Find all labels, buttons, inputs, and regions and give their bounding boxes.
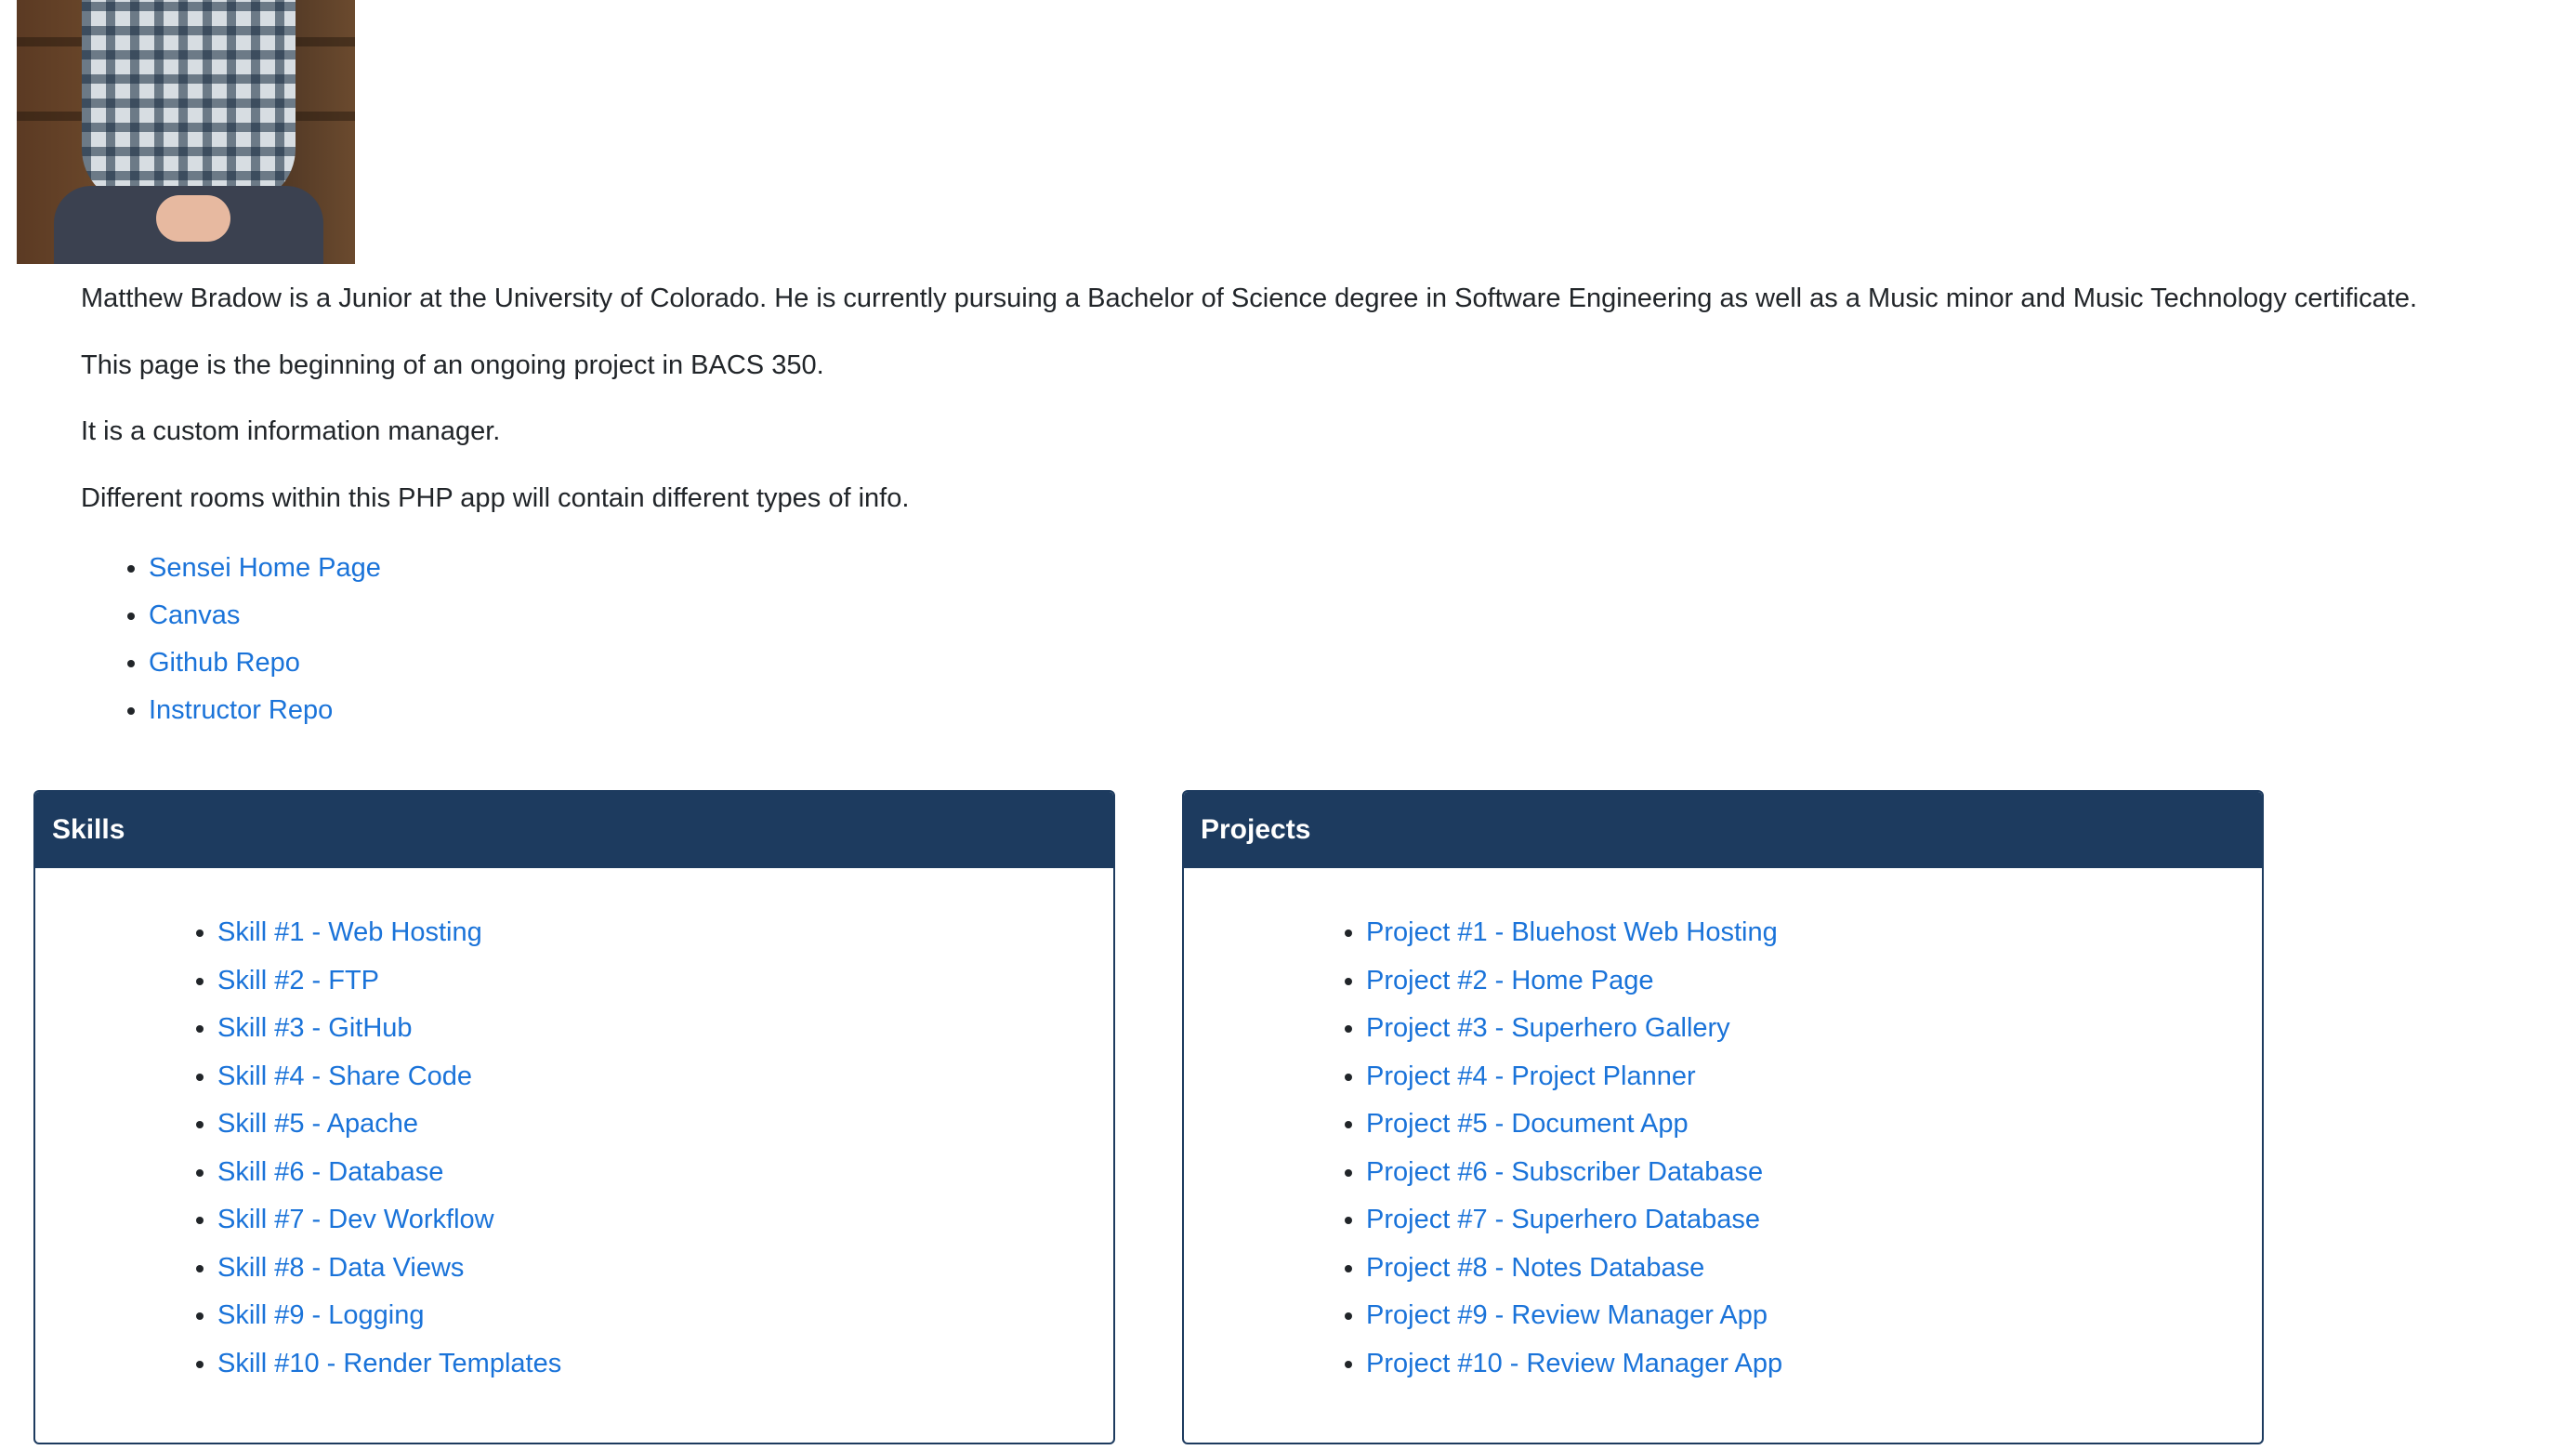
list-item: Github Repo — [149, 639, 2534, 687]
bio-paragraph: Different rooms within this PHP app will… — [81, 482, 910, 513]
project-link-3[interactable]: Project #3 - Superhero Gallery — [1366, 1013, 1730, 1043]
skill-link-7[interactable]: Skill #7 - Dev Workflow — [217, 1205, 494, 1234]
skill-link-2[interactable]: Skill #2 - FTP — [217, 966, 379, 995]
canvas-link[interactable]: Canvas — [149, 600, 240, 630]
skill-link-4[interactable]: Skill #4 - Share Code — [217, 1061, 472, 1091]
project-link-6[interactable]: Project #6 - Subscriber Database — [1366, 1157, 1763, 1187]
skill-link-9[interactable]: Skill #9 - Logging — [217, 1300, 424, 1330]
skills-card-header: Skills — [35, 792, 1113, 868]
skill-link-10[interactable]: Skill #10 - Render Templates — [217, 1349, 561, 1378]
skills-card-body: Skill #1 - Web Hosting Skill #2 - FTP Sk… — [35, 868, 1113, 1388]
list-item: Project #3 - Superhero Gallery — [1366, 1005, 2262, 1053]
bio-paragraph: It is a custom information manager. — [81, 416, 501, 446]
list-item: Project #8 - Notes Database — [1366, 1245, 2262, 1293]
skills-card: Skills Skill #1 - Web Hosting Skill #2 -… — [33, 790, 1115, 1444]
list-item: Skill #3 - GitHub — [217, 1005, 1113, 1053]
skill-link-6[interactable]: Skill #6 - Database — [217, 1157, 443, 1187]
project-link-10[interactable]: Project #10 - Review Manager App — [1366, 1349, 1782, 1378]
list-item: Project #7 - Superhero Database — [1366, 1196, 2262, 1245]
list-item: Project #5 - Document App — [1366, 1101, 2262, 1149]
photo-hands — [156, 195, 230, 242]
bio-section: Matthew Bradow is a Junior at the Univer… — [81, 279, 2534, 734]
skill-link-1[interactable]: Skill #1 - Web Hosting — [217, 917, 482, 947]
projects-card-header: Projects — [1184, 792, 2262, 868]
bio-paragraph: Matthew Bradow is a Junior at the Univer… — [81, 283, 2418, 313]
project-link-9[interactable]: Project #9 - Review Manager App — [1366, 1300, 1768, 1330]
projects-list: Project #1 - Bluehost Web Hosting Projec… — [1184, 909, 2262, 1388]
bio-paragraph: This page is the beginning of an ongoing… — [81, 349, 824, 380]
list-item: Skill #1 - Web Hosting — [217, 909, 1113, 957]
list-item: Project #1 - Bluehost Web Hosting — [1366, 909, 2262, 957]
project-link-4[interactable]: Project #4 - Project Planner — [1366, 1061, 1696, 1091]
project-link-1[interactable]: Project #1 - Bluehost Web Hosting — [1366, 917, 1778, 947]
list-item: Skill #6 - Database — [217, 1149, 1113, 1197]
external-links-list: Sensei Home Page Canvas Github Repo Inst… — [81, 545, 2534, 734]
skills-list: Skill #1 - Web Hosting Skill #2 - FTP Sk… — [35, 909, 1113, 1388]
photo-plaid-shirt — [82, 0, 296, 204]
projects-card-body: Project #1 - Bluehost Web Hosting Projec… — [1184, 868, 2262, 1388]
instructor-repo-link[interactable]: Instructor Repo — [149, 695, 333, 725]
list-item: Project #6 - Subscriber Database — [1366, 1149, 2262, 1197]
list-item: Project #9 - Review Manager App — [1366, 1292, 2262, 1340]
list-item: Instructor Repo — [149, 687, 2534, 734]
list-item: Skill #8 - Data Views — [217, 1245, 1113, 1293]
list-item: Skill #4 - Share Code — [217, 1053, 1113, 1101]
project-link-7[interactable]: Project #7 - Superhero Database — [1366, 1205, 1760, 1234]
list-item: Skill #2 - FTP — [217, 957, 1113, 1006]
sensei-home-link[interactable]: Sensei Home Page — [149, 553, 381, 583]
github-repo-link[interactable]: Github Repo — [149, 648, 300, 678]
list-item: Skill #9 - Logging — [217, 1292, 1113, 1340]
list-item: Skill #10 - Render Templates — [217, 1340, 1113, 1389]
skill-link-3[interactable]: Skill #3 - GitHub — [217, 1013, 413, 1043]
list-item: Skill #5 - Apache — [217, 1101, 1113, 1149]
skill-link-5[interactable]: Skill #5 - Apache — [217, 1109, 418, 1139]
list-item: Skill #7 - Dev Workflow — [217, 1196, 1113, 1245]
list-item: Canvas — [149, 592, 2534, 639]
list-item: Project #2 - Home Page — [1366, 957, 2262, 1006]
list-item: Project #10 - Review Manager App — [1366, 1340, 2262, 1389]
project-link-8[interactable]: Project #8 - Notes Database — [1366, 1253, 1704, 1283]
skill-link-8[interactable]: Skill #8 - Data Views — [217, 1253, 464, 1283]
profile-photo — [17, 0, 355, 264]
project-link-5[interactable]: Project #5 - Document App — [1366, 1109, 1689, 1139]
projects-card: Projects Project #1 - Bluehost Web Hosti… — [1182, 790, 2264, 1444]
project-link-2[interactable]: Project #2 - Home Page — [1366, 966, 1653, 995]
list-item: Project #4 - Project Planner — [1366, 1053, 2262, 1101]
list-item: Sensei Home Page — [149, 545, 2534, 592]
